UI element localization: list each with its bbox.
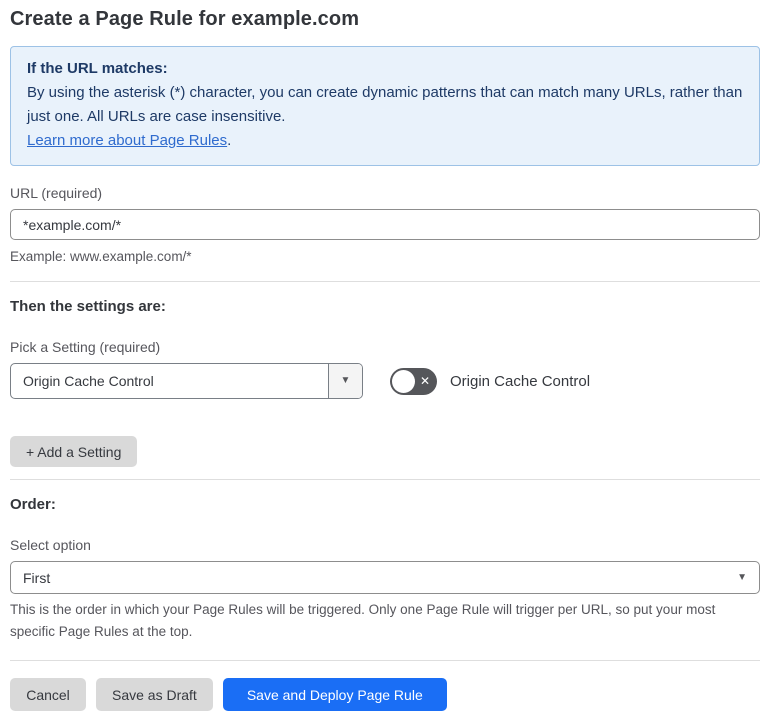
link-suffix: .: [227, 132, 232, 149]
create-page-rule-form: Create a Page Rule for example.com If th…: [0, 0, 770, 723]
setting-select-value: Origin Cache Control: [23, 373, 154, 389]
divider: [10, 479, 760, 480]
order-section-heading: Order:: [10, 496, 56, 513]
order-helper-text: This is the order in which your Page Rul…: [10, 602, 716, 639]
add-setting-button[interactable]: + Add a Setting: [10, 436, 138, 467]
info-box-body: By using the asterisk (*) character, you…: [27, 81, 743, 129]
page-title: Create a Page Rule for example.com: [10, 8, 360, 30]
toggle-setting-label: Origin Cache Control: [450, 372, 591, 390]
origin-cache-control-toggle[interactable]: ✕: [390, 367, 437, 395]
url-example-helper: Example: www.example.com/*: [10, 249, 192, 264]
info-box-body-text: By using the asterisk (*) character, you…: [27, 84, 743, 125]
info-box-link-line: Learn more about Page Rules.: [27, 129, 743, 153]
chevron-down-icon: ▼: [340, 375, 351, 386]
save-and-deploy-button[interactable]: Save and Deploy Page Rule: [222, 678, 447, 711]
toggle-knob: [392, 369, 415, 393]
setting-select[interactable]: Origin Cache Control ▼: [10, 363, 363, 399]
order-select-label: Select option: [10, 537, 91, 553]
learn-more-link[interactable]: Learn more about Page Rules: [27, 132, 227, 149]
setting-row: Origin Cache Control ▼ ✕ Origin Cache Co…: [10, 363, 760, 399]
url-input[interactable]: [10, 209, 760, 240]
order-select[interactable]: First ▼: [10, 561, 760, 594]
cancel-button[interactable]: Cancel: [10, 678, 86, 711]
divider: [10, 281, 760, 282]
save-as-draft-button[interactable]: Save as Draft: [96, 678, 213, 711]
setting-select-arrow-button[interactable]: ▼: [328, 364, 362, 398]
settings-section-heading: Then the settings are:: [10, 298, 166, 315]
chevron-down-icon: ▼: [737, 571, 747, 583]
divider: [10, 660, 760, 661]
pick-setting-label: Pick a Setting (required): [10, 339, 161, 355]
footer-actions: Cancel Save as Draft Save and Deploy Pag…: [10, 678, 760, 711]
order-select-value: First: [23, 569, 51, 586]
info-box-heading: If the URL matches:: [27, 60, 168, 77]
url-match-info-box: If the URL matches: By using the asteris…: [10, 46, 760, 166]
url-field-label: URL (required): [10, 185, 103, 201]
x-icon: ✕: [419, 374, 430, 388]
